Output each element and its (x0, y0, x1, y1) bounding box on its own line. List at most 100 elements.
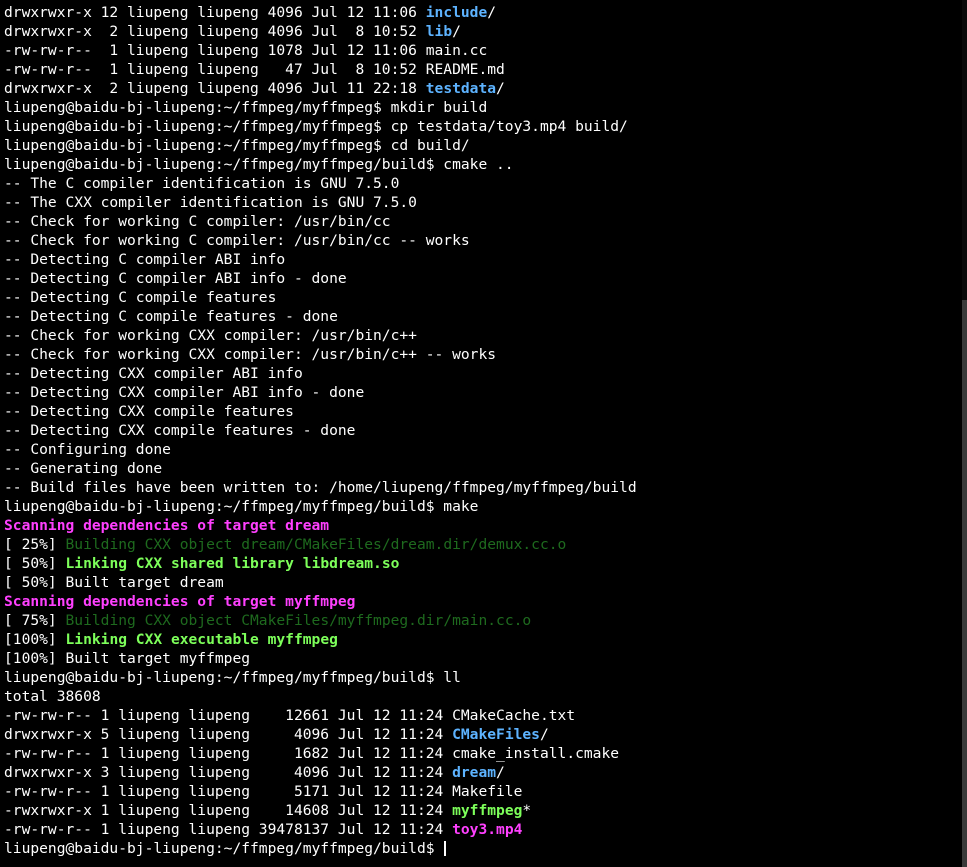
terminal-text: -- Detecting C compiler ABI info - done (4, 270, 347, 287)
terminal-text: / (539, 726, 549, 743)
terminal-line: -- Detecting C compiler ABI info - done (4, 269, 967, 288)
terminal-text: myffmpeg (452, 802, 523, 819)
terminal-line: Scanning dependencies of target dream (4, 516, 967, 535)
terminal-text: total 38608 (4, 688, 101, 705)
terminal-line: -- Detecting C compiler ABI info (4, 250, 967, 269)
terminal-text: -rw-rw-r-- 1 liupeng liupeng 12661 Jul 1… (4, 707, 576, 724)
terminal-line: -- Check for working C compiler: /usr/bi… (4, 212, 967, 231)
terminal-text: liupeng@baidu-bj-liupeng:~/ffmpeg/myffmp… (4, 137, 470, 154)
terminal-line: -- Check for working C compiler: /usr/bi… (4, 231, 967, 250)
terminal-line: -- Detecting CXX compiler ABI info - don… (4, 383, 967, 402)
terminal-text: CMakeFiles (452, 726, 540, 743)
terminal-line: -- Check for working CXX compiler: /usr/… (4, 345, 967, 364)
terminal-text: drwxrwxr-x 3 liupeng liupeng 4096 Jul 12… (4, 764, 453, 781)
terminal-text: include (425, 4, 488, 21)
terminal-text: Building CXX object dream/CMakeFiles/dre… (65, 536, 567, 553)
terminal-line: -- Detecting CXX compile features - done (4, 421, 967, 440)
terminal-text: -- Detecting CXX compiler ABI info (4, 365, 303, 382)
terminal-text: [100%] (4, 631, 66, 648)
terminal-text: liupeng@baidu-bj-liupeng:~/ffmpeg/myffmp… (4, 840, 444, 857)
terminal-line: [ 75%] Building CXX object CMakeFiles/my… (4, 611, 967, 630)
terminal-text: Scanning dependencies of target dream (4, 517, 330, 534)
terminal-line: -- Generating done (4, 459, 967, 478)
terminal-line: [100%] Built target myffmpeg (4, 649, 967, 668)
terminal-text: liupeng@baidu-bj-liupeng:~/ffmpeg/myffmp… (4, 118, 628, 135)
terminal-text: dream (452, 764, 497, 781)
terminal-line: drwxrwxr-x 2 liupeng liupeng 4096 Jul 8 … (4, 22, 967, 41)
terminal-line: drwxrwxr-x 2 liupeng liupeng 4096 Jul 11… (4, 79, 967, 98)
terminal-line: -rw-rw-r-- 1 liupeng liupeng 47 Jul 8 10… (4, 60, 967, 79)
terminal-line: liupeng@baidu-bj-liupeng:~/ffmpeg/myffmp… (4, 155, 967, 174)
terminal-line: liupeng@baidu-bj-liupeng:~/ffmpeg/myffmp… (4, 98, 967, 117)
terminal-line: -rw-rw-r-- 1 liupeng liupeng 1078 Jul 12… (4, 41, 967, 60)
terminal-text: -- Check for working C compiler: /usr/bi… (4, 213, 391, 230)
terminal-line: liupeng@baidu-bj-liupeng:~/ffmpeg/myffmp… (4, 839, 967, 858)
terminal-text: -- Detecting CXX compile features - done (4, 422, 356, 439)
terminal-text: -- Configuring done (4, 441, 171, 458)
scrollbar-track[interactable] (962, 0, 967, 867)
terminal-text: -rw-rw-r-- 1 liupeng liupeng 1682 Jul 12… (4, 745, 620, 762)
terminal-text: [100%] Built target myffmpeg (4, 650, 251, 667)
terminal-text: / (496, 80, 505, 97)
terminal-text: Building CXX object CMakeFiles/myffmpeg.… (65, 612, 532, 629)
terminal-line: -- Configuring done (4, 440, 967, 459)
terminal-text: [ 50%] Built target dream (4, 574, 224, 591)
terminal-line: Scanning dependencies of target myffmpeg (4, 592, 967, 611)
terminal-text: -- The CXX compiler identification is GN… (4, 194, 417, 211)
terminal-text: -rw-rw-r-- 1 liupeng liupeng 47 Jul 8 10… (4, 61, 505, 78)
terminal-text: / (452, 23, 461, 40)
terminal-text: [ 25%] (4, 536, 66, 553)
terminal-text: -- Detecting C compile features - done (4, 308, 338, 325)
terminal-text: -- Detecting C compiler ABI info (4, 251, 286, 268)
terminal-line: -rw-rw-r-- 1 liupeng liupeng 12661 Jul 1… (4, 706, 967, 725)
terminal-text: -- Detecting C compile features (4, 289, 277, 306)
terminal-text: liupeng@baidu-bj-liupeng:~/ffmpeg/myffmp… (4, 99, 488, 116)
terminal-line: -rw-rw-r-- 1 liupeng liupeng 39478137 Ju… (4, 820, 967, 839)
terminal-line: -rw-rw-r-- 1 liupeng liupeng 1682 Jul 12… (4, 744, 967, 763)
terminal-line: liupeng@baidu-bj-liupeng:~/ffmpeg/myffmp… (4, 668, 967, 687)
terminal-text: liupeng@baidu-bj-liupeng:~/ffmpeg/myffmp… (4, 498, 479, 515)
terminal-text: drwxrwxr-x 2 liupeng liupeng 4096 Jul 11… (4, 80, 426, 97)
terminal-line: drwxrwxr-x 5 liupeng liupeng 4096 Jul 12… (4, 725, 967, 744)
terminal-text: -- The C compiler identification is GNU … (4, 175, 400, 192)
terminal-text: -- Check for working C compiler: /usr/bi… (4, 232, 470, 249)
terminal-text: / (487, 4, 497, 21)
terminal-text: Linking CXX executable myffmpeg (65, 631, 338, 648)
terminal-line: [100%] Linking CXX executable myffmpeg (4, 630, 967, 649)
terminal-line: -- The C compiler identification is GNU … (4, 174, 967, 193)
terminal-output: drwxrwxr-x 12 liupeng liupeng 4096 Jul 1… (4, 3, 967, 858)
terminal-line: [ 50%] Linking CXX shared library libdre… (4, 554, 967, 573)
terminal-text: toy3.mp4 (452, 821, 523, 838)
terminal-text: -- Generating done (4, 460, 163, 477)
terminal-text: -rw-rw-r-- 1 liupeng liupeng 1078 Jul 12… (4, 42, 488, 59)
terminal-text: -rw-rw-r-- 1 liupeng liupeng 39478137 Ju… (4, 821, 453, 838)
terminal-line: -- Detecting CXX compiler ABI info (4, 364, 967, 383)
terminal-line: -- Check for working CXX compiler: /usr/… (4, 326, 967, 345)
terminal-line: total 38608 (4, 687, 967, 706)
terminal-line: -rw-rw-r-- 1 liupeng liupeng 5171 Jul 12… (4, 782, 967, 801)
terminal-text: [ 50%] (4, 555, 66, 572)
terminal-text: -- Check for working CXX compiler: /usr/… (4, 346, 497, 363)
terminal-text: -rw-rw-r-- 1 liupeng liupeng 5171 Jul 12… (4, 783, 523, 800)
terminal-text: testdata (425, 80, 497, 97)
terminal-line: liupeng@baidu-bj-liupeng:~/ffmpeg/myffmp… (4, 117, 967, 136)
terminal-line: drwxrwxr-x 12 liupeng liupeng 4096 Jul 1… (4, 3, 967, 22)
terminal-text: liupeng@baidu-bj-liupeng:~/ffmpeg/myffmp… (4, 156, 514, 173)
terminal-line: -- Detecting C compile features - done (4, 307, 967, 326)
terminal-text: -- Detecting CXX compiler ABI info - don… (4, 384, 365, 401)
terminal-line: liupeng@baidu-bj-liupeng:~/ffmpeg/myffmp… (4, 136, 967, 155)
terminal-line: -- The CXX compiler identification is GN… (4, 193, 967, 212)
terminal-text: drwxrwxr-x 2 liupeng liupeng 4096 Jul 8 … (4, 23, 426, 40)
terminal-text: -- Check for working CXX compiler: /usr/… (4, 327, 417, 344)
text-cursor (444, 841, 447, 856)
terminal-text: -- Detecting CXX compile features (4, 403, 294, 420)
terminal-line: -- Detecting CXX compile features (4, 402, 967, 421)
scrollbar-thumb[interactable] (962, 300, 967, 867)
terminal-text: drwxrwxr-x 5 liupeng liupeng 4096 Jul 12… (4, 726, 453, 743)
terminal-text: / (496, 764, 505, 781)
terminal-text: Linking CXX shared library libdream.so (65, 555, 400, 572)
terminal-line: -rwxrwxr-x 1 liupeng liupeng 14608 Jul 1… (4, 801, 967, 820)
terminal-window[interactable]: drwxrwxr-x 12 liupeng liupeng 4096 Jul 1… (0, 0, 967, 867)
terminal-text: drwxrwxr-x 12 liupeng liupeng 4096 Jul 1… (4, 4, 426, 21)
terminal-text: liupeng@baidu-bj-liupeng:~/ffmpeg/myffmp… (4, 669, 461, 686)
